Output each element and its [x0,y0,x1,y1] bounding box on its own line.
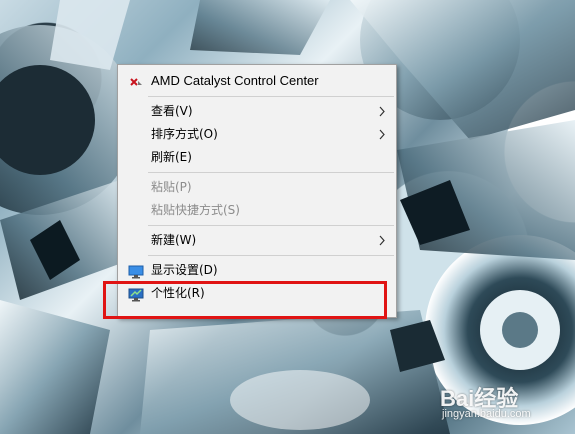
menu-item-display-settings[interactable]: 显示设置(D) [118,259,396,282]
menu-item-refresh[interactable]: 刷新(E) [118,146,396,169]
amd-icon [128,74,144,88]
menu-item-label: 查看(V) [151,104,193,118]
chevron-right-icon [378,229,386,252]
desktop-context-menu: AMD Catalyst Control Center 查看(V) 排序方式(O… [117,64,397,318]
menu-item-label: 粘贴快捷方式(S) [151,203,240,217]
menu-item-label: AMD Catalyst Control Center [151,73,319,88]
watermark-url: jingyan.baidu.com [442,408,531,420]
menu-separator [148,96,394,97]
menu-separator [148,172,394,173]
menu-item-amd-catalyst[interactable]: AMD Catalyst Control Center [118,69,396,93]
menu-item-paste-shortcut[interactable]: 粘贴快捷方式(S) [118,199,396,222]
chevron-right-icon [378,123,386,146]
menu-item-label: 粘贴(P) [151,180,192,194]
display-settings-icon [128,264,144,279]
baidu-jingyan-watermark: Bai经验 jingyan.baidu.com [440,381,570,429]
menu-separator [148,255,394,256]
menu-item-paste[interactable]: 粘贴(P) [118,176,396,199]
menu-item-label: 刷新(E) [151,150,192,164]
desktop-background[interactable]: AMD Catalyst Control Center 查看(V) 排序方式(O… [0,0,575,434]
menu-item-view[interactable]: 查看(V) [118,100,396,123]
menu-item-label: 显示设置(D) [151,263,218,277]
menu-item-new[interactable]: 新建(W) [118,229,396,252]
menu-item-label: 排序方式(O) [151,127,218,141]
red-highlight-annotation [103,281,387,319]
menu-item-label: 新建(W) [151,233,197,247]
menu-item-sort-by[interactable]: 排序方式(O) [118,123,396,146]
menu-separator [148,225,394,226]
chevron-right-icon [378,100,386,123]
